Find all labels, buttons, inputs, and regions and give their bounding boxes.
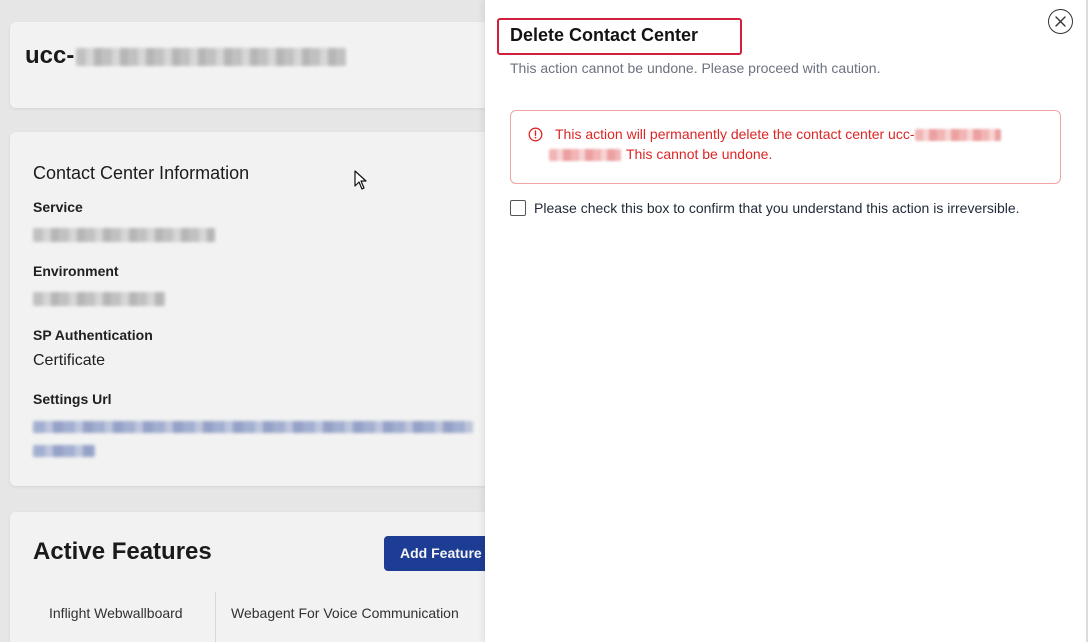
drawer-subtitle: This action cannot be undone. Please pro… xyxy=(510,60,881,76)
redacted-center-name xyxy=(914,129,1001,142)
alert-text-prefix: This action will permanently delete the … xyxy=(555,126,915,142)
warning-alert xyxy=(510,110,1061,184)
alert-text-line2: This cannot be undone. xyxy=(626,146,773,162)
close-button[interactable] xyxy=(1048,9,1073,34)
redacted-center-name-cont xyxy=(549,149,621,161)
alert-circle-icon xyxy=(528,127,543,142)
confirm-checkbox[interactable] xyxy=(510,200,526,216)
delete-drawer xyxy=(485,0,1086,642)
alert-text-line1: This action will permanently delete the … xyxy=(555,126,1001,142)
drawer-title: Delete Contact Center xyxy=(510,25,699,45)
mouse-cursor-icon xyxy=(354,170,367,190)
confirm-checkbox-label[interactable]: Please check this box to confirm that yo… xyxy=(534,200,1020,216)
close-icon xyxy=(1055,16,1066,27)
